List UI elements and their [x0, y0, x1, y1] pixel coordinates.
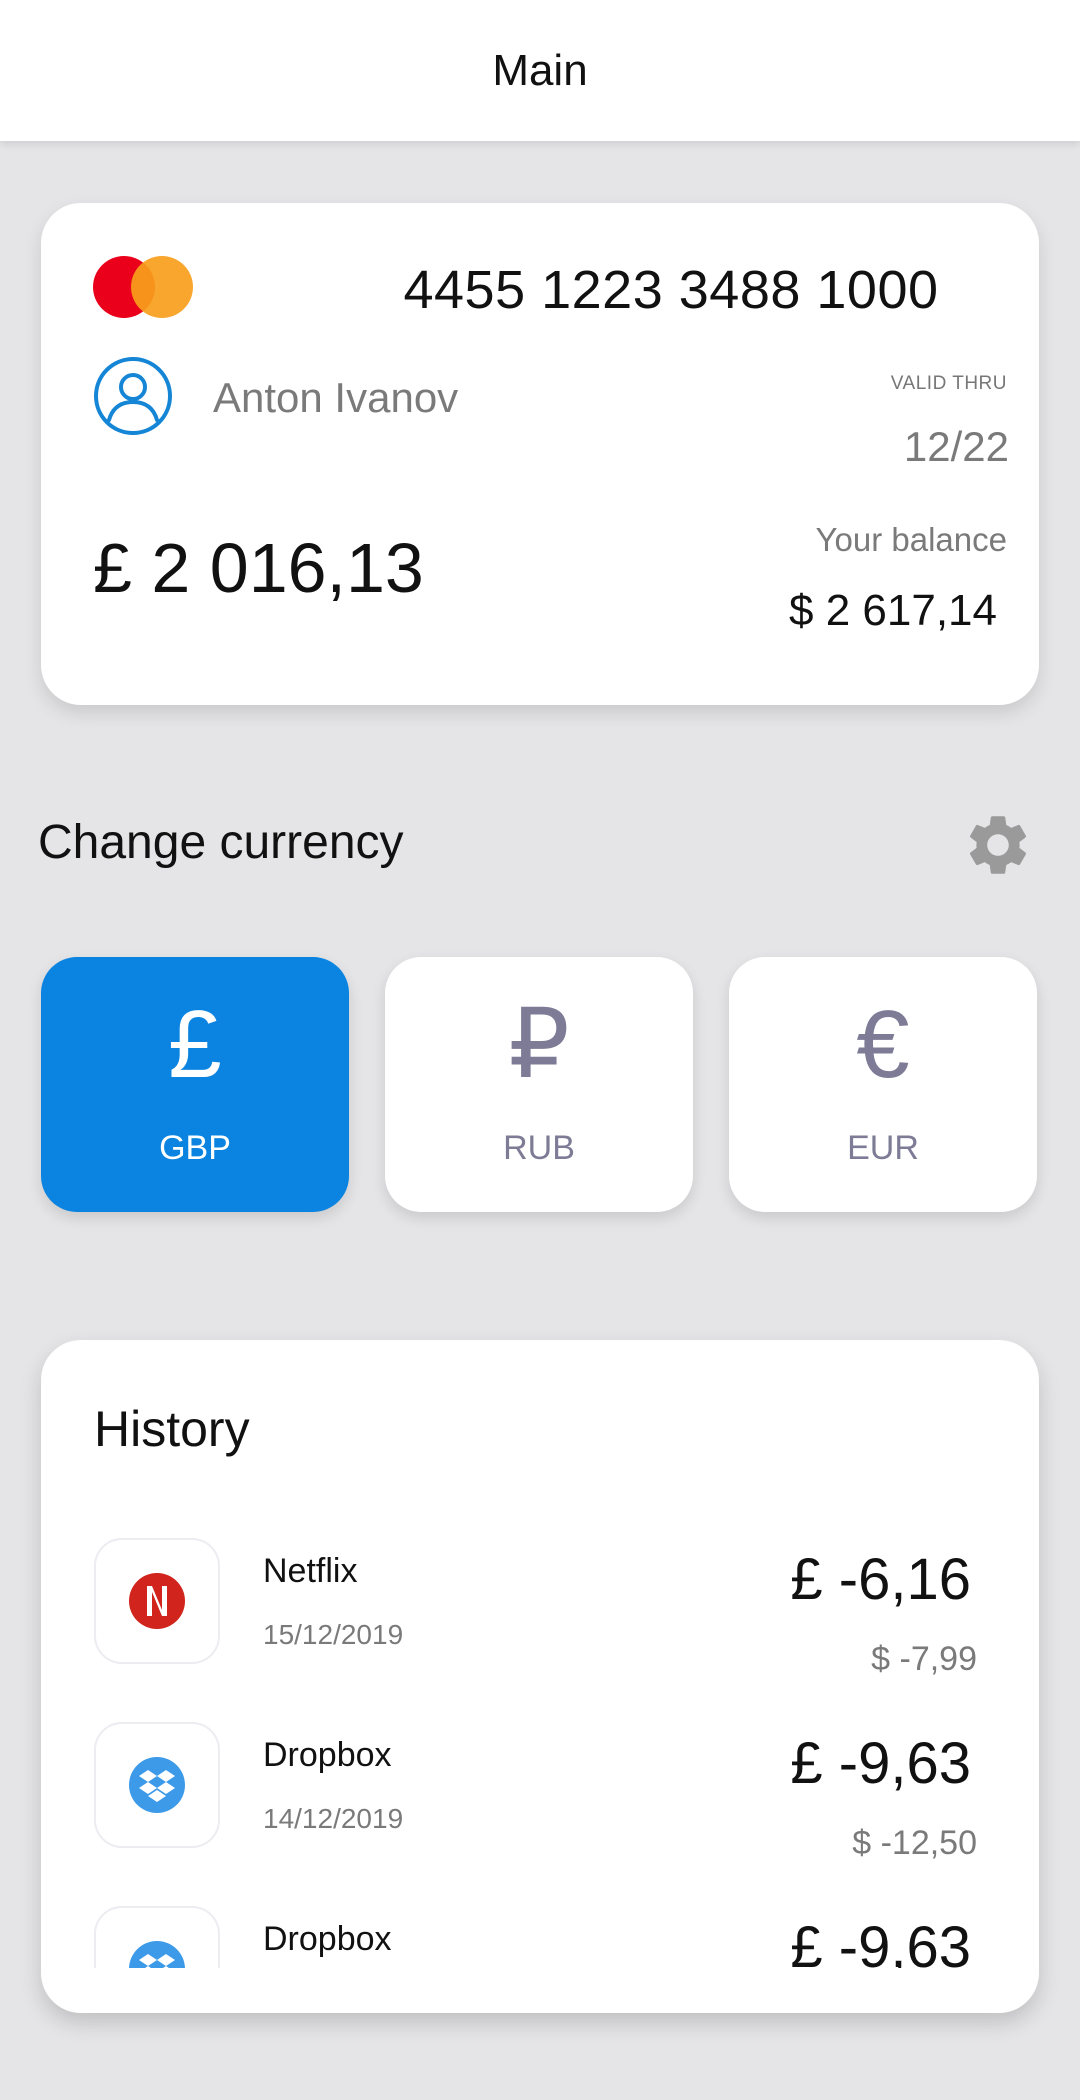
merchant-logo — [94, 1722, 220, 1848]
history-list[interactable]: Netflix 15/12/2019 £ -6,16 $ -7,99 Dropb… — [41, 1538, 1039, 1968]
list-item[interactable]: Dropbox £ -9,63 — [41, 1906, 1039, 1968]
bank-card[interactable]: 4455 1223 3488 1000 Anton Ivanov VALID T… — [41, 203, 1039, 705]
balance-label: Your balance — [815, 521, 1007, 558]
ruble-symbol: ₽ — [508, 991, 570, 1098]
page-title: Main — [492, 45, 588, 95]
balance-usd: $ 2 617,14 — [789, 586, 997, 635]
transaction-date: 15/12/2019 — [263, 1619, 404, 1650]
currency-gbp-button[interactable]: £ GBP — [41, 957, 349, 1212]
euro-symbol: € — [856, 991, 910, 1098]
valid-thru-label: VALID THRU — [890, 373, 1007, 394]
history-title: History — [94, 1401, 250, 1457]
transaction-date: 14/12/2019 — [263, 1803, 404, 1834]
transaction-amount-usd: $ -12,50 — [852, 1824, 977, 1862]
top-app-bar: Main — [0, 0, 1080, 141]
currency-eur-button[interactable]: € EUR — [729, 957, 1037, 1212]
currency-code: RUB — [503, 1129, 575, 1167]
card-holder-name: Anton Ivanov — [213, 374, 459, 421]
merchant-name: Dropbox — [263, 1920, 392, 1958]
transaction-amount: £ -6,16 — [790, 1547, 971, 1612]
card-balance: £ 2 016,13 — [93, 529, 424, 607]
netflix-icon — [129, 1573, 185, 1629]
list-item[interactable]: Dropbox 14/12/2019 £ -9,63 $ -12,50 — [41, 1722, 1039, 1906]
currency-code: EUR — [847, 1129, 919, 1167]
merchant-logo — [94, 1538, 220, 1664]
card-number: 4455 1223 3488 1000 — [403, 260, 939, 320]
dropbox-icon — [129, 1941, 185, 1968]
gear-icon[interactable] — [962, 809, 1034, 881]
valid-thru-value: 12/22 — [903, 423, 1009, 470]
list-item[interactable]: Netflix 15/12/2019 £ -6,16 $ -7,99 — [41, 1538, 1039, 1722]
merchant-name: Netflix — [263, 1552, 358, 1590]
currency-code: GBP — [159, 1129, 231, 1167]
transaction-amount: £ -9,63 — [790, 1731, 971, 1796]
dropbox-icon — [129, 1757, 185, 1813]
merchant-name: Dropbox — [263, 1736, 392, 1774]
user-icon — [94, 357, 172, 435]
transaction-amount: £ -9,63 — [790, 1915, 971, 1968]
history-panel: History Netflix 15/12/2019 £ -6,16 $ -7,… — [41, 1340, 1039, 2013]
mastercard-logo-icon — [93, 256, 193, 318]
change-currency-title: Change currency — [38, 816, 404, 869]
currency-rub-button[interactable]: ₽ RUB — [385, 957, 693, 1212]
merchant-logo — [94, 1906, 220, 1968]
pound-symbol: £ — [168, 991, 222, 1098]
transaction-amount-usd: $ -7,99 — [871, 1640, 977, 1678]
